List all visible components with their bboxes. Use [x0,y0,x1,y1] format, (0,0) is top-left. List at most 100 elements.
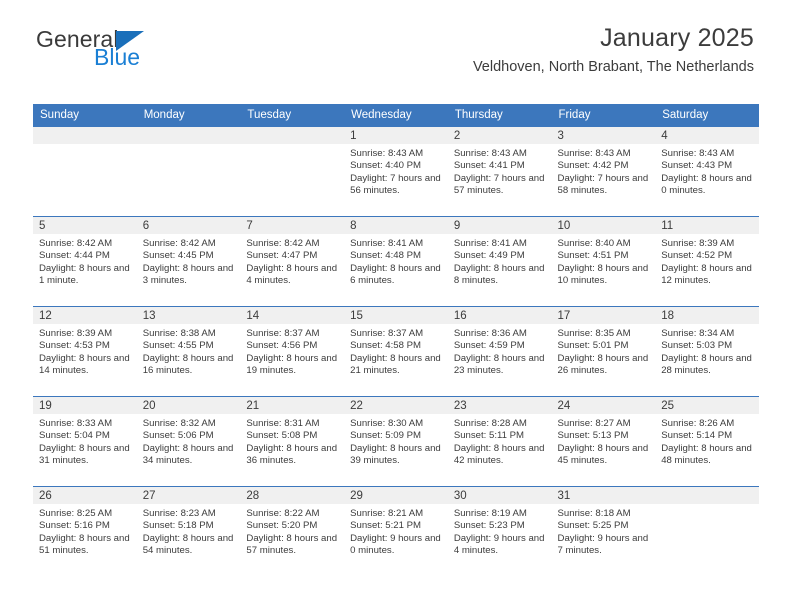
sunset-text: Sunset: 4:42 PM [557,160,629,172]
sunrise-text: Sunrise: 8:42 AM [39,238,113,249]
sunset-text: Sunset: 5:16 PM [39,520,110,532]
day-details: Sunrise: 8:39 AM Sunset: 4:53 PM Daylight:… [33,324,137,377]
calendar-day-cell[interactable]: 3 Sunrise: 8:43 AM Sunset: 4:42 PM Daylight… [551,126,656,217]
calendar-day-cell[interactable]: 19 Sunrise: 8:33 AM Sunset: 5:04 PM Dayligh… [33,396,137,487]
day-number: 21 [240,397,345,414]
calendar-day-cell[interactable]: 16 Sunrise: 8:36 AM Sunset: 4:59 PM Dayligh… [447,306,552,397]
day-details: Sunrise: 8:18 AM Sunset: 5:25 PM Daylight:… [552,504,656,557]
generalblue-logo: General Blue [36,28,256,69]
calendar-day-cell[interactable]: 27 Sunrise: 8:23 AM Sunset: 5:18 PM Dayligh… [136,486,241,577]
weekday-header-friday: Friday [551,104,656,127]
calendar-day-cell[interactable]: 7 Sunrise: 8:42 AM Sunset: 4:47 PM Daylight… [240,216,345,307]
sunrise-text: Sunrise: 8:37 AM [350,328,424,339]
calendar-day-cell[interactable]: 18 Sunrise: 8:34 AM Sunset: 5:03 PM Dayligh… [655,306,759,397]
sunset-text: Sunset: 4:58 PM [350,340,422,352]
daylight-text: Daylight: 8 hours and 23 minutes. [453,352,545,376]
calendar-day-cell[interactable]: 31 Sunrise: 8:18 AM Sunset: 5:25 PM Dayligh… [551,486,656,577]
calendar-day-cell[interactable]: 12 Sunrise: 8:39 AM Sunset: 4:53 PM Dayligh… [33,306,137,397]
day-number: 17 [551,307,656,324]
daylight-text: Daylight: 9 hours and 0 minutes. [350,532,441,556]
calendar-day-cell[interactable]: 13 Sunrise: 8:38 AM Sunset: 4:55 PM Dayligh… [136,306,241,397]
calendar-day-cell[interactable]: 26 Sunrise: 8:25 AM Sunset: 5:16 PM Dayligh… [33,486,137,577]
sunrise-text: Sunrise: 8:27 AM [557,418,631,429]
daylight-text: Daylight: 7 hours and 57 minutes. [453,172,545,196]
sunset-text: Sunset: 4:59 PM [453,340,525,352]
calendar-day-cell[interactable]: 23 Sunrise: 8:28 AM Sunset: 5:11 PM Dayligh… [447,396,552,487]
sunset-text: Sunset: 4:49 PM [453,250,525,262]
sunset-text: Sunset: 5:08 PM [246,430,318,442]
day-details: Sunrise: 8:21 AM Sunset: 5:21 PM Daylight:… [344,504,448,557]
day-number: 28 [240,487,345,504]
calendar-day-cell[interactable]: 8 Sunrise: 8:41 AM Sunset: 4:48 PM Daylight… [344,216,448,307]
day-number: 1 [344,127,448,144]
sunset-text: Sunset: 5:20 PM [246,520,318,532]
calendar-day-cell[interactable]: 4 Sunrise: 8:43 AM Sunset: 4:43 PM Daylight… [655,126,759,217]
calendar-week-row: 19 Sunrise: 8:33 AM Sunset: 5:04 PM Dayligh… [33,396,759,487]
calendar-day-cell[interactable]: 29 Sunrise: 8:21 AM Sunset: 5:21 PM Dayligh… [344,486,448,577]
sunrise-text: Sunrise: 8:43 AM [557,148,631,159]
calendar-day-cell[interactable]: 25 Sunrise: 8:26 AM Sunset: 5:14 PM Dayligh… [655,396,759,487]
weekday-header-thursday: Thursday [447,104,552,127]
sunset-text: Sunset: 4:51 PM [557,250,629,262]
day-number: 30 [447,487,552,504]
calendar-day-cell[interactable]: 24 Sunrise: 8:27 AM Sunset: 5:13 PM Dayligh… [551,396,656,487]
calendar-day-cell[interactable]: 11 Sunrise: 8:39 AM Sunset: 4:52 PM Dayligh… [655,216,759,307]
logo-text-blue: Blue [94,44,141,70]
day-details: Sunrise: 8:23 AM Sunset: 5:18 PM Daylight:… [137,504,241,557]
calendar-day-cell[interactable]: 1 Sunrise: 8:43 AM Sunset: 4:40 PM Daylight… [344,126,448,217]
sunrise-text: Sunrise: 8:33 AM [39,418,113,429]
page-title: January 2025 [600,24,754,52]
day-number [136,127,241,144]
daylight-text: Daylight: 8 hours and 54 minutes. [142,532,234,556]
sunrise-text: Sunrise: 8:42 AM [246,238,320,249]
calendar-day-cell[interactable]: 17 Sunrise: 8:35 AM Sunset: 5:01 PM Dayligh… [551,306,656,397]
sunrise-text: Sunrise: 8:22 AM [246,508,320,519]
calendar-page: General Blue January 2025 Veldhoven, Nor… [0,0,792,612]
day-number: 22 [344,397,448,414]
calendar-day-cell[interactable]: 20 Sunrise: 8:32 AM Sunset: 5:06 PM Dayligh… [136,396,241,487]
sunrise-text: Sunrise: 8:39 AM [661,238,735,249]
day-details: Sunrise: 8:30 AM Sunset: 5:09 PM Daylight:… [344,414,448,467]
calendar-day-cell-empty [655,486,759,577]
daylight-text: Daylight: 8 hours and 26 minutes. [557,352,649,376]
sunrise-text: Sunrise: 8:18 AM [557,508,631,519]
daylight-text: Daylight: 8 hours and 12 minutes. [661,262,752,286]
day-number [240,127,345,144]
day-details: Sunrise: 8:43 AM Sunset: 4:41 PM Daylight:… [448,144,552,197]
calendar-day-cell[interactable]: 30 Sunrise: 8:19 AM Sunset: 5:23 PM Dayligh… [447,486,552,577]
calendar-day-cell[interactable]: 10 Sunrise: 8:40 AM Sunset: 4:51 PM Dayligh… [551,216,656,307]
calendar-day-cell[interactable]: 14 Sunrise: 8:37 AM Sunset: 4:56 PM Dayligh… [240,306,345,397]
sunset-text: Sunset: 4:44 PM [39,250,110,262]
weekday-header-saturday: Saturday [655,104,759,127]
calendar-day-cell[interactable]: 22 Sunrise: 8:30 AM Sunset: 5:09 PM Dayligh… [344,396,448,487]
day-details: Sunrise: 8:38 AM Sunset: 4:55 PM Daylight:… [137,324,241,377]
sunrise-text: Sunrise: 8:34 AM [661,328,735,339]
calendar-day-cell[interactable]: 2 Sunrise: 8:43 AM Sunset: 4:41 PM Daylight… [447,126,552,217]
sunset-text: Sunset: 5:23 PM [453,520,525,532]
day-number: 29 [344,487,448,504]
page-subtitle: Veldhoven, North Brabant, The Netherland… [472,58,754,75]
sunset-text: Sunset: 4:48 PM [350,250,422,262]
day-details: Sunrise: 8:32 AM Sunset: 5:06 PM Daylight:… [137,414,241,467]
sunset-text: Sunset: 5:21 PM [350,520,422,532]
calendar-day-cell[interactable]: 6 Sunrise: 8:42 AM Sunset: 4:45 PM Daylight… [136,216,241,307]
day-details: Sunrise: 8:39 AM Sunset: 4:52 PM Daylight:… [655,234,759,287]
calendar-day-cell[interactable]: 21 Sunrise: 8:31 AM Sunset: 5:08 PM Dayligh… [240,396,345,487]
weekday-header-tuesday: Tuesday [240,104,345,127]
sunrise-text: Sunrise: 8:23 AM [142,508,216,519]
calendar-body: 1 Sunrise: 8:43 AM Sunset: 4:40 PM Daylight… [33,126,759,577]
calendar-day-cell[interactable]: 28 Sunrise: 8:22 AM Sunset: 5:20 PM Dayligh… [240,486,345,577]
sunrise-text: Sunrise: 8:42 AM [142,238,216,249]
weekday-header-sunday: Sunday [33,104,137,127]
daylight-text: Daylight: 8 hours and 10 minutes. [557,262,649,286]
day-details: Sunrise: 8:35 AM Sunset: 5:01 PM Daylight:… [552,324,656,377]
calendar-day-cell[interactable]: 5 Sunrise: 8:42 AM Sunset: 4:44 PM Daylight… [33,216,137,307]
daylight-text: Daylight: 8 hours and 16 minutes. [142,352,234,376]
day-number: 31 [551,487,656,504]
calendar-day-cell[interactable]: 9 Sunrise: 8:41 AM Sunset: 4:49 PM Daylight… [447,216,552,307]
sunrise-text: Sunrise: 8:30 AM [350,418,424,429]
calendar-day-cell[interactable]: 15 Sunrise: 8:37 AM Sunset: 4:58 PM Dayligh… [344,306,448,397]
sunrise-text: Sunrise: 8:31 AM [246,418,320,429]
sunset-text: Sunset: 5:03 PM [661,340,733,352]
day-number: 4 [655,127,759,144]
